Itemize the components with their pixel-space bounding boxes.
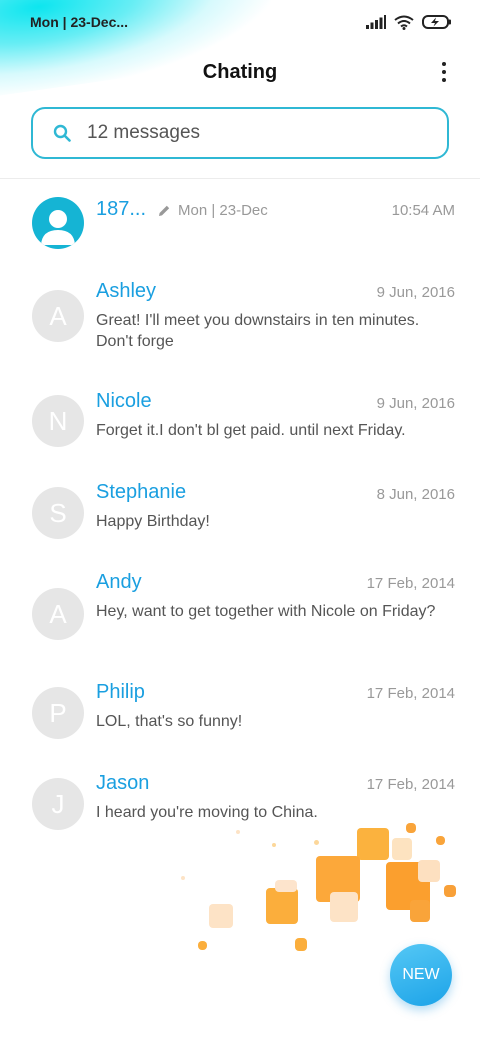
confetti-square — [330, 892, 358, 922]
list-item[interactable]: N Nicole 9 Jun, 2016 Forget it.I don't b… — [0, 388, 480, 479]
message-date: 17 Feb, 2014 — [366, 685, 455, 702]
avatar-initial: S — [49, 497, 67, 528]
confetti-square — [275, 880, 297, 892]
confetti-square — [198, 941, 207, 950]
contact-name: Nicole — [96, 390, 152, 412]
contact-name: Stephanie — [96, 481, 187, 503]
confetti-square — [295, 938, 307, 951]
message-snippet: Hey, want to get together with Nicole on… — [96, 603, 436, 620]
contact-name: 187... — [96, 198, 147, 220]
draft-subtitle-text: Mon | 23-Dec — [178, 202, 268, 219]
confetti-square — [236, 830, 240, 834]
confetti-square — [272, 843, 276, 847]
message-date: 17 Feb, 2014 — [366, 575, 455, 592]
confetti-square — [444, 885, 456, 897]
avatar: S — [32, 487, 84, 539]
contact-name: Philip — [96, 681, 145, 703]
message-date: 9 Jun, 2016 — [376, 395, 455, 412]
list-item[interactable]: A Ashley 9 Jun, 2016 Great! I'll meet yo… — [0, 278, 480, 388]
message-snippet: I heard you're moving to China. — [96, 804, 318, 821]
search-input[interactable]: 12 messages — [31, 107, 449, 159]
avatar-initial: N — [48, 405, 68, 436]
confetti-square — [266, 888, 298, 924]
avatar: A — [32, 290, 84, 342]
confetti-square — [418, 860, 440, 882]
message-snippet: LOL, that's so funny! — [96, 713, 243, 730]
conversation-list: 187... Mon | 23-Dec 10:54 AM A Ashley 9 … — [0, 192, 480, 860]
page-title: Chating — [202, 60, 278, 83]
search-icon — [53, 124, 71, 142]
avatar: J — [32, 778, 84, 830]
confetti-square — [209, 904, 233, 928]
status-bar: Mon | 23-Dec... — [0, 0, 480, 44]
confetti-square — [314, 840, 319, 845]
confetti-square — [357, 828, 389, 860]
list-item[interactable]: P Philip 17 Feb, 2014 LOL, that's so fun… — [0, 679, 480, 770]
confetti-square — [406, 823, 416, 833]
signal-icon — [366, 15, 386, 29]
status-icons — [366, 15, 452, 30]
confetti-square — [181, 876, 185, 880]
message-date: 17 Feb, 2014 — [366, 776, 455, 793]
avatar-initial: A — [49, 598, 67, 629]
confetti-square — [392, 838, 412, 860]
list-item[interactable]: A Andy 17 Feb, 2014 Hey, want to get tog… — [0, 569, 480, 679]
avatar: P — [32, 687, 84, 739]
wifi-icon — [394, 15, 414, 30]
message-snippet: Great! I'll meet you downstairs in ten m… — [96, 312, 420, 350]
more-vert-icon[interactable] — [434, 58, 454, 86]
new-message-button[interactable]: NEW — [390, 944, 452, 1006]
new-message-button-label: NEW — [402, 966, 440, 983]
avatar-initial: A — [49, 300, 67, 331]
message-date: 9 Jun, 2016 — [376, 284, 455, 301]
avatar-initial: J — [51, 788, 65, 819]
contact-name: Jason — [96, 772, 150, 794]
confetti-square — [436, 836, 445, 845]
contact-name: Ashley — [96, 280, 157, 302]
pencil-icon — [159, 205, 170, 216]
list-item[interactable]: S Stephanie 8 Jun, 2016 Happy Birthday! — [0, 479, 480, 569]
draft-subtitle: Mon | 23-Dec — [157, 202, 268, 219]
message-snippet: Forget it.I don't bl get paid. until nex… — [96, 422, 406, 439]
avatar: N — [32, 395, 84, 447]
person-icon — [41, 210, 75, 245]
confetti-square — [410, 900, 430, 922]
status-time-date: Mon | 23-Dec... — [30, 14, 129, 30]
draft-row[interactable]: 187... Mon | 23-Dec 10:54 AM — [0, 192, 480, 264]
avatar: A — [32, 588, 84, 640]
divider — [0, 178, 480, 179]
contact-name: Andy — [96, 571, 142, 593]
app-header: Chating — [0, 50, 480, 94]
avatar-initial: P — [49, 697, 67, 728]
message-snippet: Happy Birthday! — [96, 513, 210, 530]
battery-charging-icon — [422, 15, 451, 29]
message-time: 10:54 AM — [391, 202, 455, 219]
message-date: 8 Jun, 2016 — [376, 486, 455, 503]
search-placeholder: 12 messages — [87, 122, 201, 143]
avatar — [32, 197, 84, 249]
